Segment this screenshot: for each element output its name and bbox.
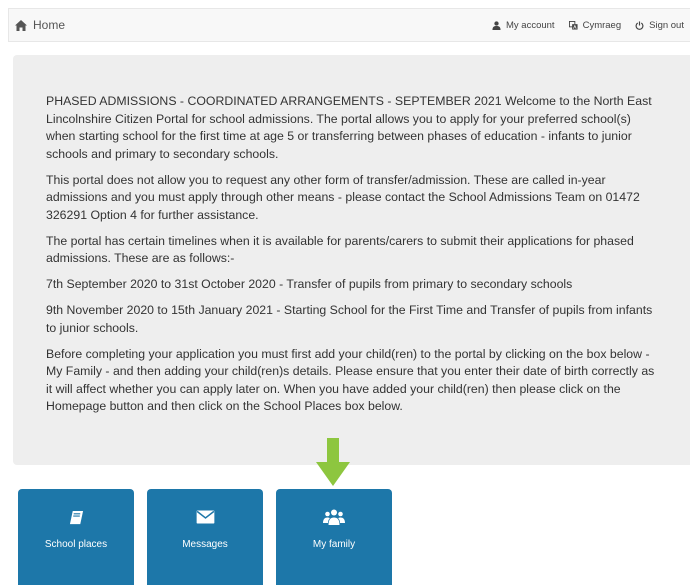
top-navbar: Home My account Cymraeg Sign out [8,8,690,42]
sign-out-label: Sign out [649,19,684,31]
intro-paragraph: 9th November 2020 to 15th January 2021 -… [46,303,653,335]
messages-label: Messages [182,539,228,550]
home-icon [15,19,27,31]
intro-paragraph: PHASED ADMISSIONS - COORDINATED ARRANGEM… [46,94,652,161]
school-places-tile[interactable]: School places [18,489,134,585]
my-family-label: My family [312,539,356,550]
users-icon [323,507,345,527]
user-icon [492,20,501,30]
sign-out-link[interactable]: Sign out [635,20,684,31]
messages-tile[interactable]: Messages [147,489,263,585]
book-icon [65,507,87,527]
welcome-panel: PHASED ADMISSIONS - COORDINATED ARRANGEM… [13,55,690,465]
my-account-label: My account [506,19,555,31]
envelope-icon [194,507,216,527]
intro-paragraph: This portal does not allow you to reques… [46,172,640,222]
intro-paragraph: Before completing your application you m… [46,346,655,414]
translate-icon [568,20,578,30]
school-places-label: School places [44,539,108,550]
account-nav: My account Cymraeg Sign out [492,20,684,31]
power-icon [635,20,644,30]
language-label: Cymraeg [582,19,622,31]
intro-paragraph: The portal has certain timelines when it… [46,233,634,266]
my-family-tile[interactable]: My family [276,489,392,585]
my-account-link[interactable]: My account [492,20,555,31]
down-arrow-icon [316,438,350,486]
home-link-label: Home [33,18,66,32]
intro-paragraph: 7th September 2020 to 31st October 2020 … [46,277,573,291]
home-link[interactable]: Home [15,18,65,32]
quick-links: School places Messages My family [18,489,392,585]
language-link[interactable]: Cymraeg [568,19,622,31]
